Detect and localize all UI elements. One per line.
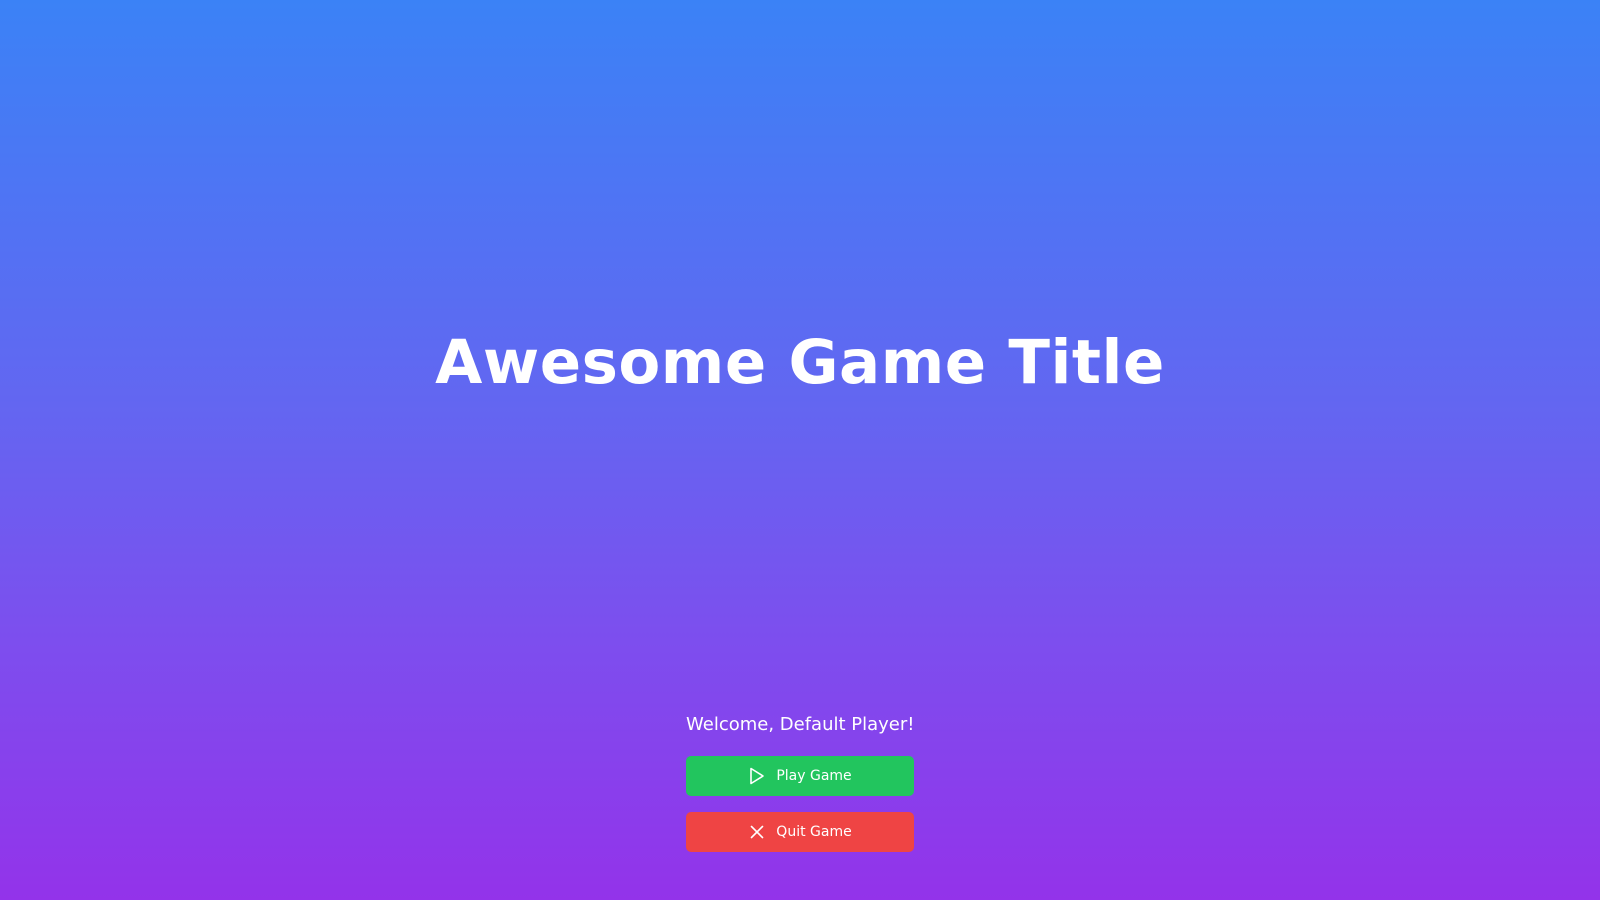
game-title: Awesome Game Title <box>435 327 1165 398</box>
main-menu: Welcome, Default Player! Play Game Quit … <box>686 712 915 852</box>
quit-game-button[interactable]: Quit Game <box>686 812 914 852</box>
quit-game-label: Quit Game <box>776 824 852 840</box>
play-game-label: Play Game <box>776 768 852 784</box>
play-game-button[interactable]: Play Game <box>686 756 914 796</box>
play-icon <box>748 767 766 785</box>
welcome-message: Welcome, Default Player! <box>686 714 915 735</box>
close-icon <box>748 823 766 841</box>
